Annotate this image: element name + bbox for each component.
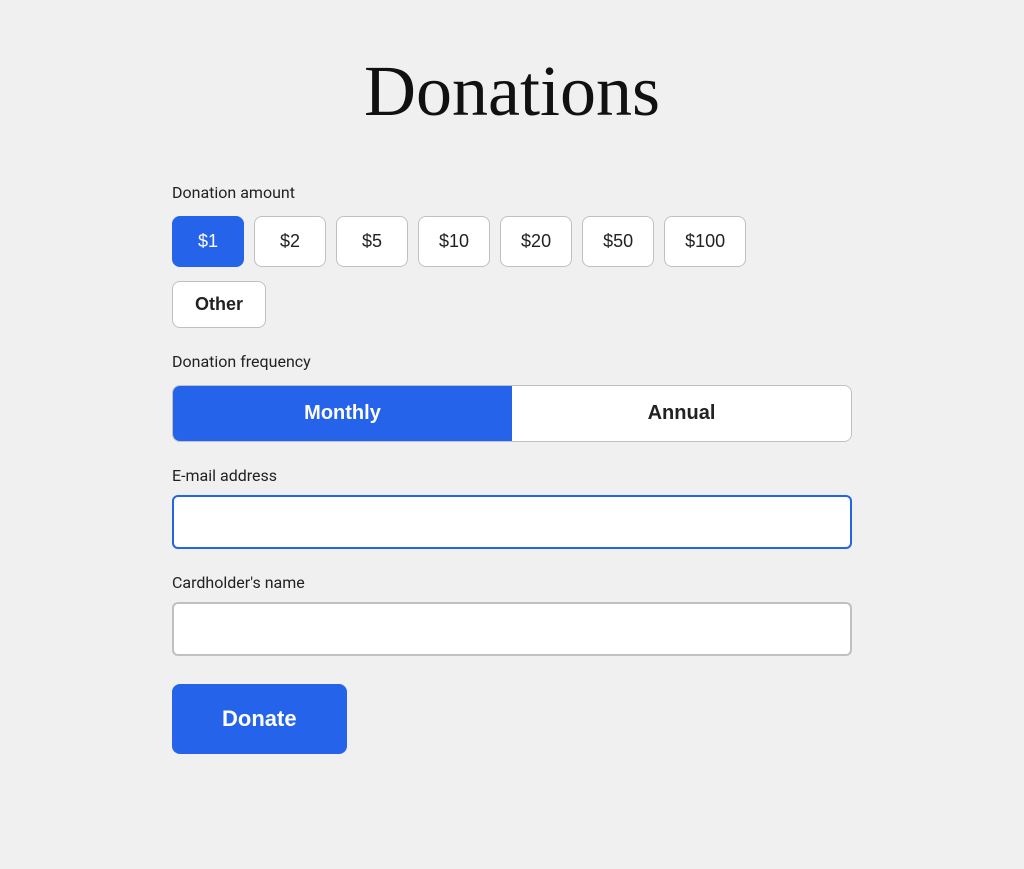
frequency-section: Donation frequency Monthly Annual bbox=[172, 352, 852, 442]
amount-other-button[interactable]: Other bbox=[172, 281, 266, 328]
frequency-monthly-button[interactable]: Monthly bbox=[173, 386, 512, 441]
amount-button-20[interactable]: $20 bbox=[500, 216, 572, 267]
amount-button-50[interactable]: $50 bbox=[582, 216, 654, 267]
frequency-annual-button[interactable]: Annual bbox=[512, 386, 851, 441]
donate-button[interactable]: Donate bbox=[172, 684, 347, 754]
page-title: Donations bbox=[364, 50, 660, 133]
email-input[interactable] bbox=[172, 495, 852, 549]
amount-button-10[interactable]: $10 bbox=[418, 216, 490, 267]
frequency-label: Donation frequency bbox=[172, 352, 852, 371]
email-label: E-mail address bbox=[172, 466, 852, 485]
amount-button-2[interactable]: $2 bbox=[254, 216, 326, 267]
amount-buttons-group: $1 $2 $5 $10 $20 $50 $100 bbox=[172, 216, 852, 267]
cardholder-section: Cardholder's name bbox=[172, 573, 852, 656]
email-section: E-mail address bbox=[172, 466, 852, 549]
frequency-toggle: Monthly Annual bbox=[172, 385, 852, 442]
amount-button-1[interactable]: $1 bbox=[172, 216, 244, 267]
donation-form: Donation amount $1 $2 $5 $10 $20 $50 $10… bbox=[172, 183, 852, 754]
cardholder-input[interactable] bbox=[172, 602, 852, 656]
amount-button-100[interactable]: $100 bbox=[664, 216, 746, 267]
cardholder-label: Cardholder's name bbox=[172, 573, 852, 592]
donation-amount-label: Donation amount bbox=[172, 183, 852, 202]
amount-button-5[interactable]: $5 bbox=[336, 216, 408, 267]
